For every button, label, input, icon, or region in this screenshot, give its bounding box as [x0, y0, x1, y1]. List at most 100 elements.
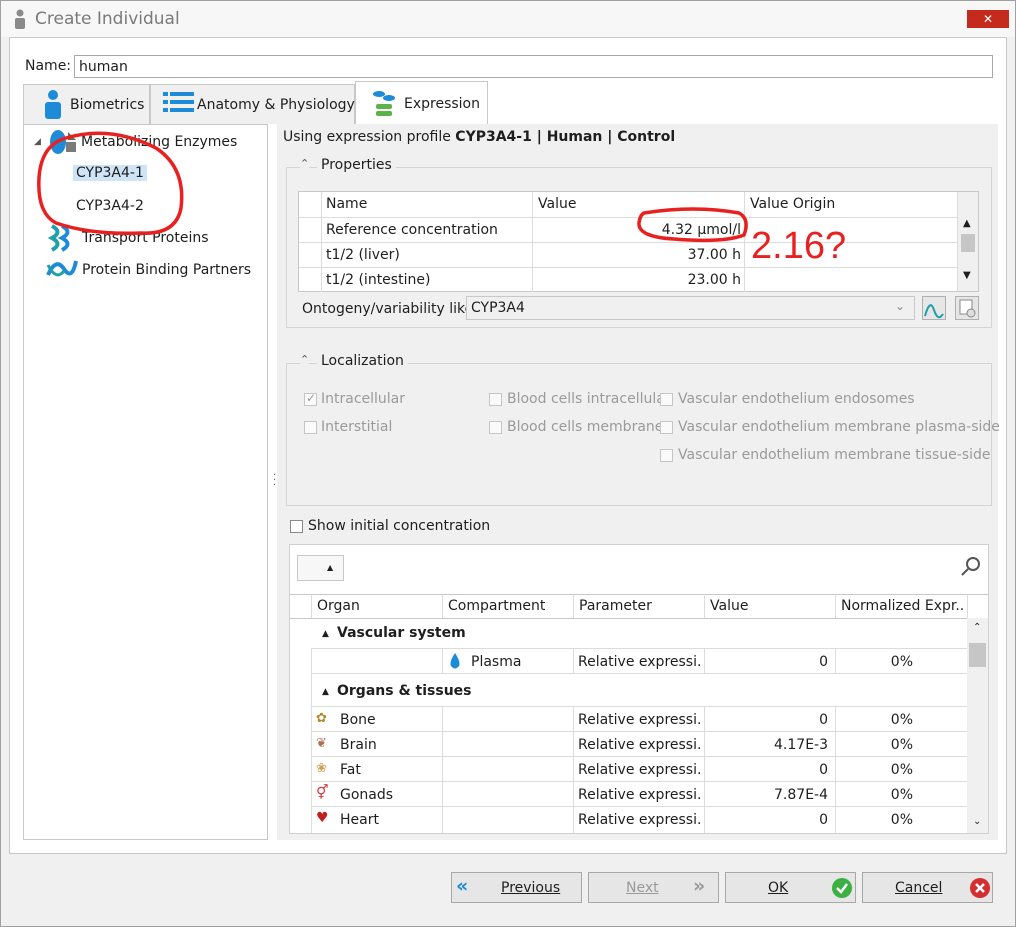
annotation-text: 2.16? [751, 225, 847, 267]
previous-label: Previous [501, 880, 561, 896]
prop-name: t1/2 (intestine) [326, 272, 431, 288]
double-left-arrow-icon: « [456, 875, 469, 897]
normalized-cell: 0% [890, 654, 913, 670]
value-cell[interactable]: 0 [707, 762, 828, 778]
scroll-down-icon[interactable]: ⌄ [973, 816, 981, 827]
name-input[interactable] [74, 55, 993, 78]
prop-value[interactable]: 23.00 h [537, 272, 741, 288]
col-value-header[interactable]: Value [538, 196, 576, 212]
vascular-plasma-side-checkbox[interactable] [660, 421, 673, 434]
group-vascular-system[interactable]: Vascular system [337, 625, 466, 641]
col-origin-header[interactable]: Value Origin [750, 196, 835, 212]
blood-cells-intracellular-label: Blood cells intracellular [507, 391, 671, 407]
compartment-plasma: Plasma [471, 654, 522, 670]
group-collapse-icon[interactable]: ▲ [322, 687, 329, 697]
scroll-up-icon[interactable]: ⌃ [973, 622, 981, 633]
col-normalized-header[interactable]: Normalized Expr... [841, 598, 965, 614]
collapse-up-icon[interactable]: ⌃ [300, 353, 310, 366]
search-icon[interactable] [961, 556, 981, 576]
parameter-cell: Relative expressi... [578, 737, 702, 753]
group-collapse-icon[interactable]: ▲ [322, 629, 329, 639]
tab-biometrics[interactable]: Biometrics [23, 84, 150, 124]
person-icon [15, 9, 25, 29]
list-icon [163, 92, 194, 112]
parameter-cell: Relative expressi... [578, 787, 702, 803]
fat-icon: ❀ [316, 761, 327, 776]
scroll-down-icon[interactable]: ▼ [963, 270, 971, 281]
next-button[interactable]: Next » [588, 872, 719, 903]
bone-icon: ✿ [316, 711, 327, 726]
ontogeny-label: Ontogeny/variability like: [302, 301, 478, 317]
ontogeny-clear-icon[interactable] [955, 296, 979, 320]
blood-cells-intracellular-checkbox[interactable] [489, 393, 502, 406]
chevron-down-icon[interactable]: ⌄ [895, 299, 905, 313]
ontogeny-select[interactable]: CYP3A4 ⌄ [466, 296, 915, 320]
previous-button[interactable]: « Previous [451, 872, 582, 903]
interstitial-checkbox[interactable] [304, 421, 317, 434]
profile-name: CYP3A4-1 | Human | Control [455, 129, 676, 145]
col-compartment-header[interactable]: Compartment [448, 598, 545, 614]
caret-up-icon: ▲ [327, 563, 334, 572]
name-label: Name: [25, 58, 72, 74]
properties-title: Properties [317, 157, 396, 173]
tab-anatomy-physiology[interactable]: Anatomy & Physiology [150, 84, 355, 124]
ontogeny-chart-icon[interactable] [922, 296, 946, 320]
collapse-up-icon[interactable]: ⌃ [300, 157, 310, 170]
gonads-icon: ⚥ [316, 785, 329, 801]
show-initial-checkbox[interactable] [290, 520, 303, 533]
profile-line: Using expression profile CYP3A4-1 | Huma… [283, 129, 675, 145]
col-value-header[interactable]: Value [710, 598, 748, 614]
vascular-plasma-side-label: Vascular endothelium membrane plasma-sid… [678, 419, 1000, 435]
red-oval-annotation [637, 207, 748, 243]
col-organ-header[interactable]: Organ [317, 598, 360, 614]
properties-scrollbar[interactable]: ▲ ▼ [958, 192, 978, 291]
vascular-tissue-side-checkbox[interactable] [660, 449, 673, 462]
organ-gonads: Gonads [340, 787, 394, 803]
person-icon [45, 90, 61, 119]
organ-fat: Fat [340, 762, 361, 778]
normalized-cell: 0% [890, 787, 913, 803]
heart-icon: ♥ [316, 810, 329, 826]
col-name-header[interactable]: Name [326, 196, 367, 212]
vascular-endosomes-checkbox[interactable] [660, 393, 673, 406]
double-right-arrow-icon: » [693, 875, 706, 897]
checkmark-icon [832, 878, 852, 898]
prop-value[interactable]: 37.00 h [537, 247, 741, 263]
cancel-label: Cancel [895, 880, 943, 896]
expression-icon [373, 91, 395, 116]
localization-title: Localization [317, 353, 408, 369]
organ-bone: Bone [340, 712, 376, 728]
col-parameter-header[interactable]: Parameter [579, 598, 652, 614]
ok-button[interactable]: OK [725, 872, 856, 903]
tab-anatomy-label: Anatomy & Physiology [197, 97, 355, 113]
parameter-cell: Relative expressi... [578, 712, 702, 728]
show-initial-label: Show initial concentration [308, 518, 491, 534]
value-cell[interactable]: 0 [707, 654, 828, 670]
organ-brain: Brain [340, 737, 377, 753]
organ-heart: Heart [340, 812, 379, 828]
vascular-tissue-side-label: Vascular endothelium membrane tissue-sid… [678, 447, 991, 463]
cancel-button[interactable]: Cancel [862, 872, 993, 903]
expression-scrollbar[interactable]: ⌃ ⌄ [967, 618, 988, 833]
intracellular-checkbox[interactable]: ✓ [304, 391, 317, 406]
blood-cells-membrane-label: Blood cells membrane [507, 419, 664, 435]
scroll-thumb[interactable] [961, 234, 975, 252]
value-cell[interactable]: 0 [707, 712, 828, 728]
scroll-up-icon[interactable]: ▲ [963, 218, 971, 229]
scroll-thumb[interactable] [969, 643, 986, 667]
value-cell[interactable]: 4.17E-3 [707, 737, 828, 753]
blood-cells-membrane-checkbox[interactable] [489, 421, 502, 434]
value-cell[interactable]: 7.87E-4 [707, 787, 828, 803]
binding-partner-icon [46, 260, 78, 277]
value-cell[interactable]: 0 [707, 812, 828, 828]
next-label: Next [626, 880, 659, 896]
group-by-button[interactable]: ▲ [297, 555, 344, 581]
expression-grid: ▲ Organ Compartment Parameter Value Norm… [289, 544, 989, 834]
close-button[interactable]: ✕ [967, 10, 1009, 28]
tree-protein-binding-partners[interactable]: Protein Binding Partners [82, 262, 251, 278]
normalized-cell: 0% [890, 712, 913, 728]
cancel-x-icon [970, 878, 990, 898]
group-organs-tissues[interactable]: Organs & tissues [337, 683, 471, 699]
prop-name: t1/2 (liver) [326, 247, 400, 263]
tab-expression[interactable]: Expression [355, 81, 488, 125]
